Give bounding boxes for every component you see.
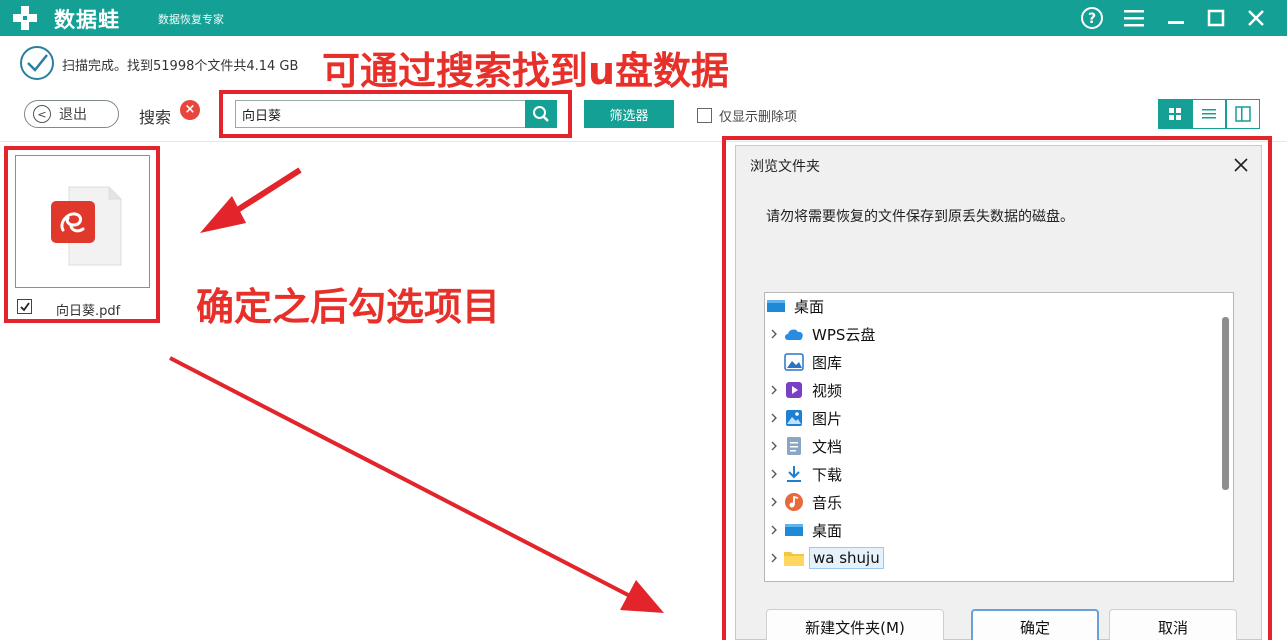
highlight-dialog [722, 136, 1272, 640]
column-view-icon[interactable] [1226, 99, 1260, 129]
maximize-icon[interactable] [1202, 4, 1230, 32]
app-slogan: 数据恢复专家 [158, 13, 224, 26]
exit-button[interactable]: < 退出 [24, 100, 119, 128]
list-view-icon[interactable] [1192, 99, 1226, 129]
scan-status-text: 扫描完成。找到51998个文件共4.14 GB [62, 59, 299, 74]
file-name: 向日葵.pdf [56, 304, 121, 319]
only-deleted-checkbox[interactable]: 仅显示删除项 [697, 106, 797, 125]
clear-search-icon[interactable]: × [180, 100, 200, 120]
checkbox-box [697, 108, 712, 123]
filter-button[interactable]: 筛选器 [584, 100, 674, 128]
arrow-to-file-item-head [200, 196, 246, 233]
pdf-file-icon [51, 186, 122, 266]
close-icon[interactable] [1242, 4, 1270, 32]
file-thumbnail[interactable] [15, 155, 150, 288]
app-logo-icon [13, 6, 37, 30]
scan-complete-icon [20, 46, 54, 80]
file-checkbox[interactable] [17, 299, 32, 314]
arrow-to-dialog-head [620, 580, 664, 613]
app-titlebar: 数据蛙 数据恢复专家 ? [0, 0, 1287, 36]
arrow-to-dialog [169, 356, 631, 598]
grid-view-icon[interactable] [1158, 99, 1192, 129]
arrow-to-file-item [226, 167, 302, 219]
svg-text:?: ? [1088, 11, 1096, 27]
minimize-icon[interactable] [1162, 4, 1190, 32]
search-icon [533, 106, 549, 122]
app-name: 数据蛙 [54, 8, 120, 32]
check-icon [19, 301, 30, 311]
exit-button-label: 退出 [59, 107, 87, 123]
search-label: 搜索 [139, 108, 172, 127]
only-deleted-label: 仅显示删除项 [719, 110, 798, 125]
search-input[interactable] [235, 100, 526, 128]
back-arrow-icon: < [33, 105, 51, 123]
screenshot-root: 数据蛙 数据恢复专家 ? 扫描完成。找到51998个文件共4.14 GB 可通过… [0, 0, 1287, 640]
search-button[interactable] [525, 100, 557, 128]
annotation-search-hint: 可通过搜索找到u盘数据 [322, 49, 730, 93]
menu-icon[interactable] [1120, 4, 1148, 32]
help-icon[interactable]: ? [1078, 4, 1106, 32]
annotation-check-hint: 确定之后勾选项目 [196, 285, 501, 329]
view-mode-group [1158, 99, 1260, 129]
